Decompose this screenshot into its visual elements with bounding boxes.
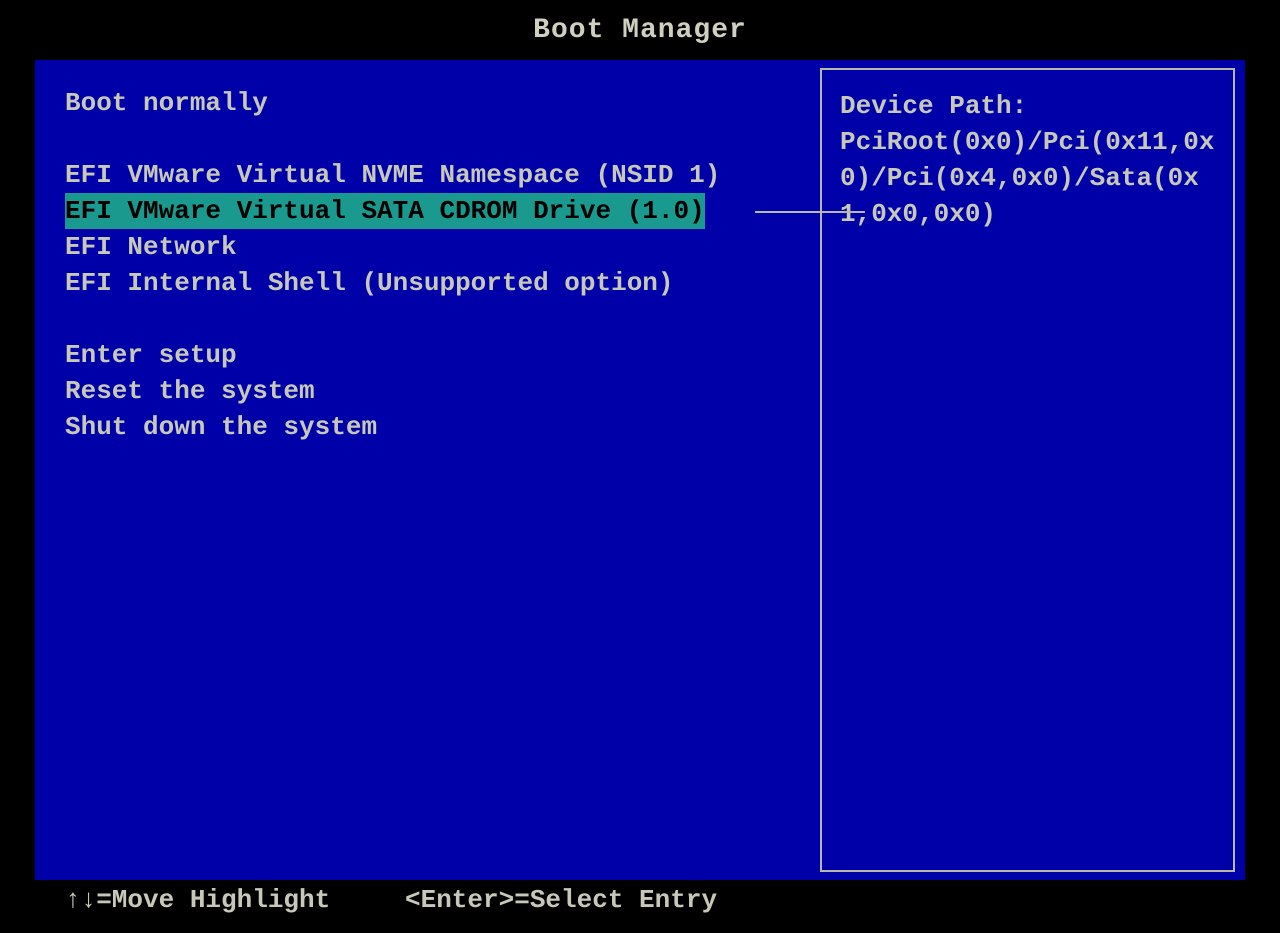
boot-shell-item[interactable]: EFI Internal Shell (Unsupported option) [65,265,805,301]
boot-normally-item[interactable]: Boot normally [65,85,805,121]
hint-move: ↑↓=Move Highlight [65,885,405,915]
boot-network-item[interactable]: EFI Network [65,229,805,265]
boot-nvme-item[interactable]: EFI VMware Virtual NVME Namespace (NSID … [65,157,805,193]
hint-select: <Enter>=Select Entry [405,885,717,915]
main-content: Boot normally EFI VMware Virtual NVME Na… [35,60,1245,880]
device-path-value: PciRoot(0x0)/Pci(0x11,0x0)/Pci(0x4,0x0)/… [840,124,1215,232]
menu-spacer [65,121,805,157]
page-title: Boot Manager [0,0,1280,60]
menu-spacer [65,301,805,337]
info-panel: Device Path: PciRoot(0x0)/Pci(0x11,0x0)/… [820,68,1235,872]
enter-setup-item[interactable]: Enter setup [65,337,805,373]
connector-line [755,211,865,213]
shutdown-item[interactable]: Shut down the system [65,409,805,445]
device-path-label: Device Path: [840,88,1215,124]
boot-cdrom-item[interactable]: EFI VMware Virtual SATA CDROM Drive (1.0… [65,193,705,229]
boot-menu: Boot normally EFI VMware Virtual NVME Na… [35,60,820,880]
footer-hints: ↑↓=Move Highlight <Enter>=Select Entry [0,875,1280,925]
reset-system-item[interactable]: Reset the system [65,373,805,409]
